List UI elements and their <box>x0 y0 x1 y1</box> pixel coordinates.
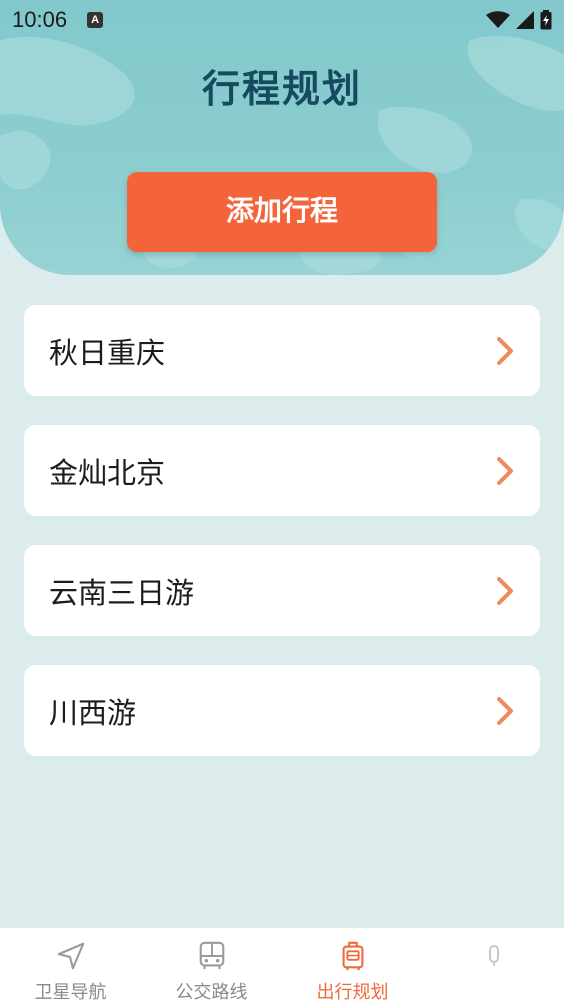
chevron-right-icon <box>497 336 513 365</box>
tab-trip-planning[interactable]: 出行规划 <box>282 928 423 1004</box>
luggage-icon <box>342 941 363 971</box>
chevron-right-icon <box>497 576 513 605</box>
page-title: 行程规划 <box>201 67 362 111</box>
status-icons <box>486 10 552 30</box>
trip-label: 川西游 <box>49 695 137 730</box>
battery-icon <box>540 10 552 30</box>
tab-label: 卫星导航 <box>34 982 107 1003</box>
mic-icon <box>488 945 499 966</box>
trip-item[interactable]: 云南三日游 <box>24 545 540 636</box>
trip-list: 秋日重庆 金灿北京 云南三日游 川西游 <box>24 305 540 785</box>
status-time: 10:06 <box>12 7 68 32</box>
bus-icon <box>199 941 224 970</box>
chevron-right-icon <box>497 696 513 725</box>
trip-item[interactable]: 川西游 <box>24 665 540 756</box>
trip-item[interactable]: 金灿北京 <box>24 425 540 516</box>
bottom-tab-bar: 卫星导航 公交路线 出行规划 <box>0 927 564 1004</box>
wifi-icon <box>486 11 510 28</box>
tab-fourth[interactable] <box>423 928 564 1004</box>
header-banner: 行程规划 添加行程 <box>0 0 564 275</box>
signal-icon <box>516 11 534 29</box>
trip-label: 金灿北京 <box>49 455 166 490</box>
tab-label: 出行规划 <box>316 982 389 1003</box>
add-trip-button[interactable]: 添加行程 <box>127 172 437 252</box>
notification-icon: A <box>87 12 104 28</box>
tab-label: 公交路线 <box>175 982 248 1003</box>
status-bar: 10:06 A <box>0 0 564 40</box>
chevron-right-icon <box>497 456 513 485</box>
trip-label: 云南三日游 <box>49 575 195 610</box>
navigation-arrow-icon <box>57 942 84 970</box>
trip-item[interactable]: 秋日重庆 <box>24 305 540 396</box>
tab-bus-routes[interactable]: 公交路线 <box>141 928 282 1004</box>
trip-label: 秋日重庆 <box>49 335 166 370</box>
tab-satellite-navigation[interactable]: 卫星导航 <box>0 928 141 1004</box>
